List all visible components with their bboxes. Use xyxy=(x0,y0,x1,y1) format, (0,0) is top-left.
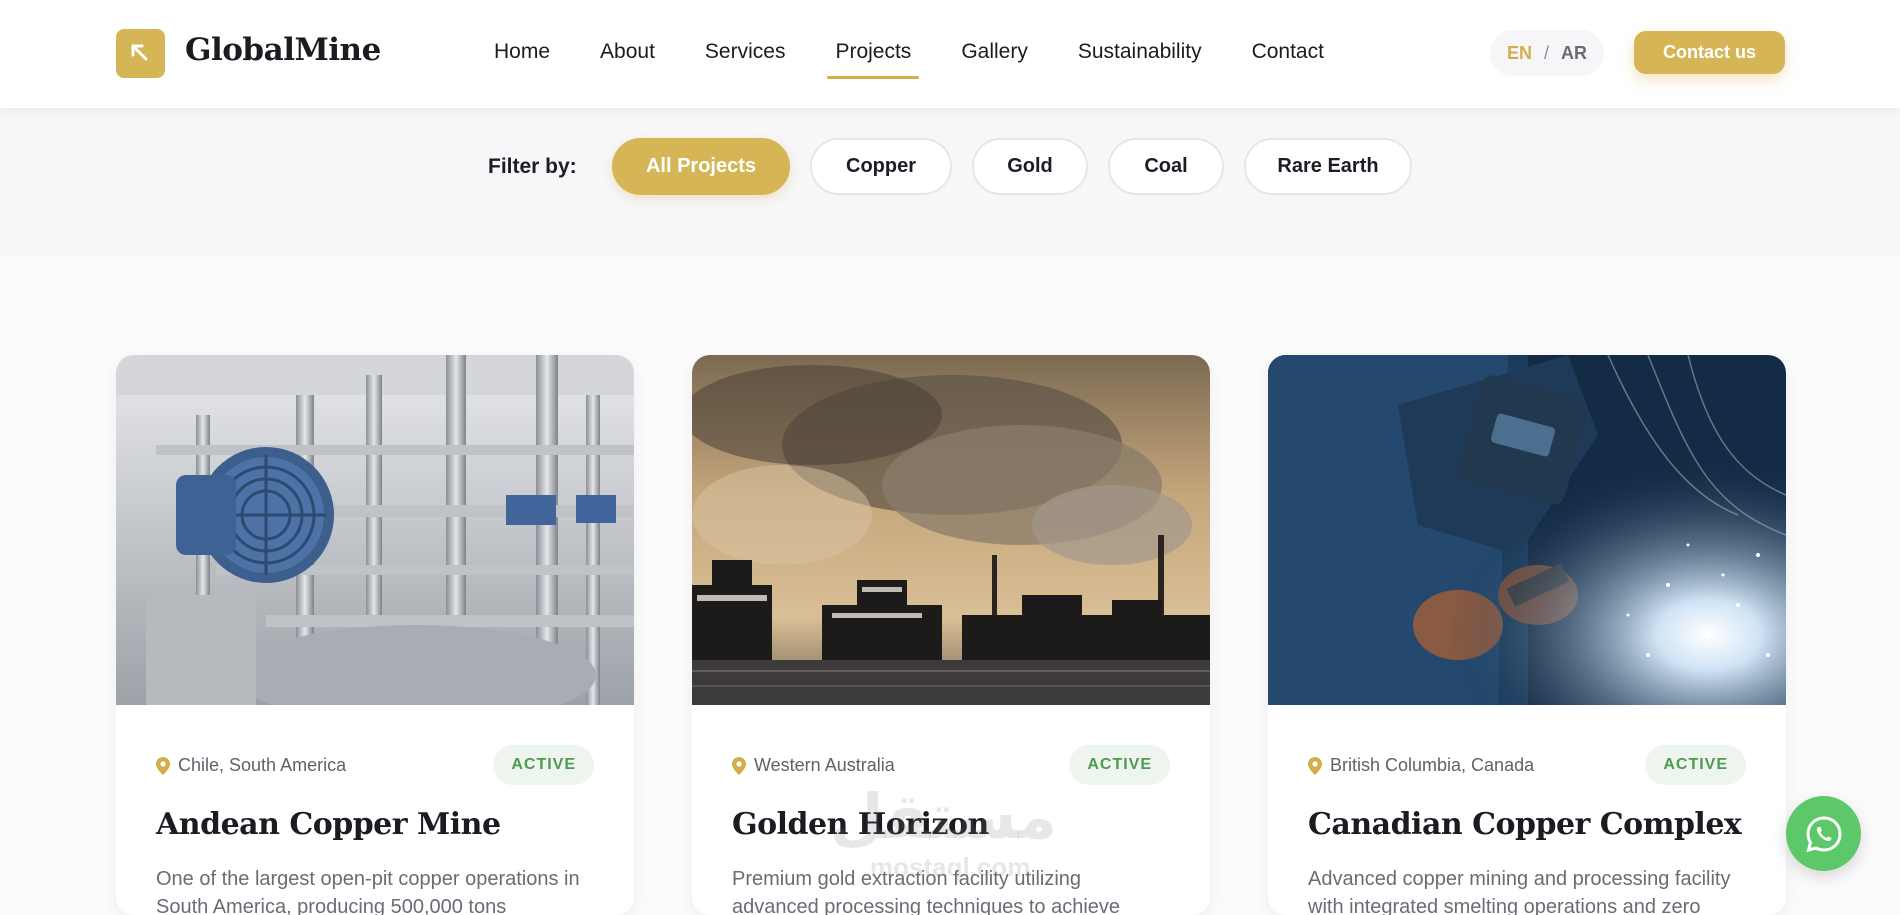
brand-name[interactable]: GlobalMine xyxy=(185,32,381,68)
location-text: Chile, South America xyxy=(178,755,347,775)
location: British Columbia, Canada xyxy=(1308,755,1534,776)
project-title[interactable]: Andean Copper Mine xyxy=(156,807,501,842)
logo-mark[interactable] xyxy=(116,29,165,78)
nav-about[interactable]: About xyxy=(600,40,655,74)
nav-projects[interactable]: Projects xyxy=(827,40,920,79)
map-pin-icon xyxy=(1308,756,1322,775)
filter-label: Filter by: xyxy=(488,155,577,178)
lang-en[interactable]: EN xyxy=(1507,43,1532,64)
welder-sparks-photo xyxy=(1268,355,1786,705)
whatsapp-button[interactable] xyxy=(1786,796,1861,871)
nav-sustainability[interactable]: Sustainability xyxy=(1078,40,1202,74)
top-navbar: GlobalMine Home About Services Projects … xyxy=(0,0,1900,108)
project-description: Advanced copper mining and processing fa… xyxy=(1308,868,1731,915)
main-menu: Home About Services Projects Gallery Sus… xyxy=(494,40,1324,79)
status-badge: ACTIVE xyxy=(1645,745,1746,785)
nav-home[interactable]: Home xyxy=(494,40,550,74)
filter-rare-earth[interactable]: Rare Earth xyxy=(1244,138,1412,195)
filter-bar: Filter by: All Projects Copper Gold Coal… xyxy=(0,108,1900,255)
status-badge: ACTIVE xyxy=(1069,745,1170,785)
industrial-pipes-photo xyxy=(116,355,634,705)
lang-ar[interactable]: AR xyxy=(1561,43,1587,64)
location-text: Western Australia xyxy=(754,755,895,775)
project-card[interactable]: British Columbia, Canada ACTIVE Canadian… xyxy=(1268,355,1786,915)
project-card[interactable]: Chile, South America ACTIVE Andean Coppe… xyxy=(116,355,634,915)
whatsapp-icon xyxy=(1805,815,1842,852)
language-switcher: EN / AR xyxy=(1490,30,1604,76)
filter-gold[interactable]: Gold xyxy=(972,138,1088,195)
watermark-latin: mostaql.com xyxy=(870,852,1031,882)
filter-all-projects[interactable]: All Projects xyxy=(612,138,790,195)
status-badge: ACTIVE xyxy=(493,745,594,785)
lang-separator: / xyxy=(1544,42,1550,63)
watermark-arabic: مستقل xyxy=(830,780,1057,853)
project-description: One of the largest open-pit copper opera… xyxy=(156,868,580,915)
location: Chile, South America xyxy=(156,755,346,776)
nav-services[interactable]: Services xyxy=(705,40,786,74)
filter-coal[interactable]: Coal xyxy=(1108,138,1224,195)
smokestack-port-photo xyxy=(692,355,1210,705)
location: Western Australia xyxy=(732,755,895,776)
pickaxe-icon xyxy=(131,44,147,60)
location-text: British Columbia, Canada xyxy=(1330,755,1535,775)
map-pin-icon xyxy=(732,756,746,775)
filter-copper[interactable]: Copper xyxy=(810,138,952,195)
nav-gallery[interactable]: Gallery xyxy=(961,40,1028,74)
map-pin-icon xyxy=(156,756,170,775)
nav-contact[interactable]: Contact xyxy=(1252,40,1324,74)
project-title[interactable]: Canadian Copper Complex xyxy=(1308,807,1742,842)
contact-us-button[interactable]: Contact us xyxy=(1634,31,1785,74)
